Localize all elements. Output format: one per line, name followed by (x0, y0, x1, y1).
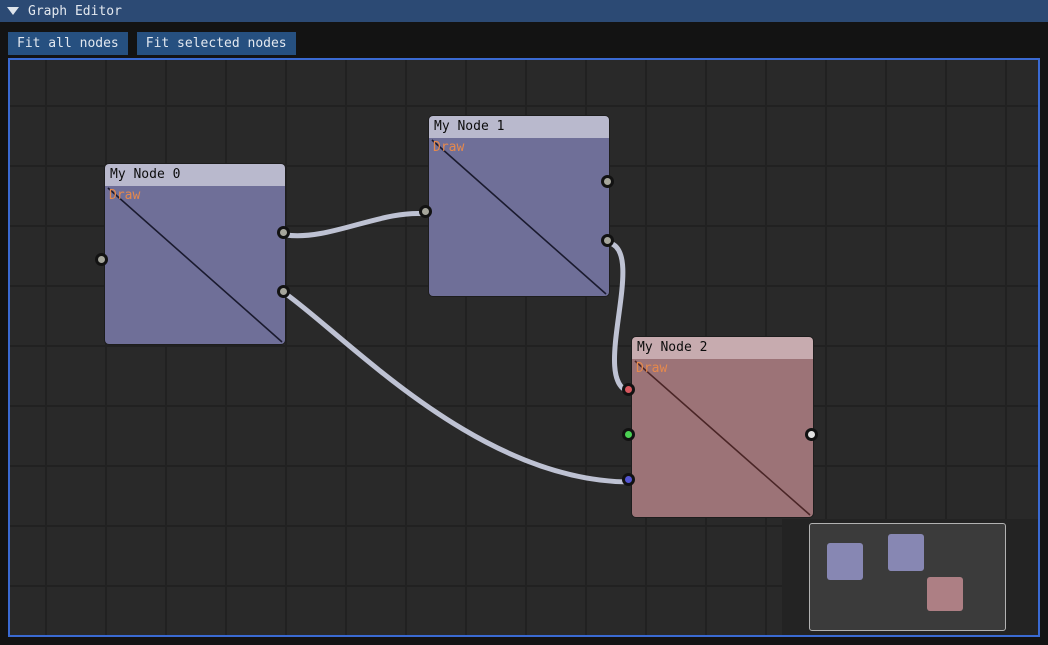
node-draw-label: Draw (433, 140, 464, 155)
pin-node0-output-top[interactable] (277, 226, 290, 239)
node-diagonal-line (429, 138, 609, 296)
pin-node2-output[interactable] (805, 428, 818, 441)
pin-node1-output-top[interactable] (601, 175, 614, 188)
node-my-node-0[interactable]: My Node 0 Draw (104, 163, 286, 345)
window-title: Graph Editor (28, 4, 122, 19)
node-title[interactable]: My Node 2 (632, 337, 813, 359)
node-body: Draw (105, 186, 285, 344)
node-body: Draw (632, 359, 813, 517)
node-draw-label: Draw (109, 188, 140, 203)
node-title[interactable]: My Node 0 (105, 164, 285, 186)
link-node0-to-node1 (286, 213, 428, 235)
node-body: Draw (429, 138, 609, 296)
pin-node0-output-bottom[interactable] (277, 285, 290, 298)
node-title[interactable]: My Node 1 (429, 116, 609, 138)
node-editor-canvas[interactable]: My Node 0 Draw My Node 1 Draw My Node 2 … (8, 58, 1040, 637)
pin-node2-input-blue[interactable] (622, 473, 635, 486)
node-draw-label: Draw (636, 361, 667, 376)
minimap-node-0[interactable] (827, 543, 863, 580)
pin-node1-output-bottom[interactable] (601, 234, 614, 247)
fit-selected-nodes-button[interactable]: Fit selected nodes (137, 32, 296, 55)
graph-editor-window: Graph Editor Fit all nodes Fit selected … (0, 0, 1048, 645)
pin-node2-input-green[interactable] (622, 428, 635, 441)
minimap-node-1[interactable] (888, 534, 924, 571)
pin-node2-input-red[interactable] (622, 383, 635, 396)
node-my-node-1[interactable]: My Node 1 Draw (428, 115, 610, 297)
window-titlebar[interactable]: Graph Editor (0, 0, 1048, 22)
pin-node0-input[interactable] (95, 253, 108, 266)
toolbar: Fit all nodes Fit selected nodes (8, 32, 296, 55)
fit-all-nodes-button[interactable]: Fit all nodes (8, 32, 128, 55)
minimap-node-2[interactable] (927, 577, 963, 611)
link-node1-to-node2 (610, 243, 631, 392)
node-my-node-2[interactable]: My Node 2 Draw (631, 336, 814, 518)
node-diagonal-line (105, 186, 285, 344)
node-diagonal-line (632, 359, 813, 517)
pin-node1-input[interactable] (419, 205, 432, 218)
link-node0-to-node2 (286, 294, 631, 482)
collapse-arrow-icon[interactable] (7, 7, 19, 15)
minimap[interactable] (809, 523, 1006, 631)
